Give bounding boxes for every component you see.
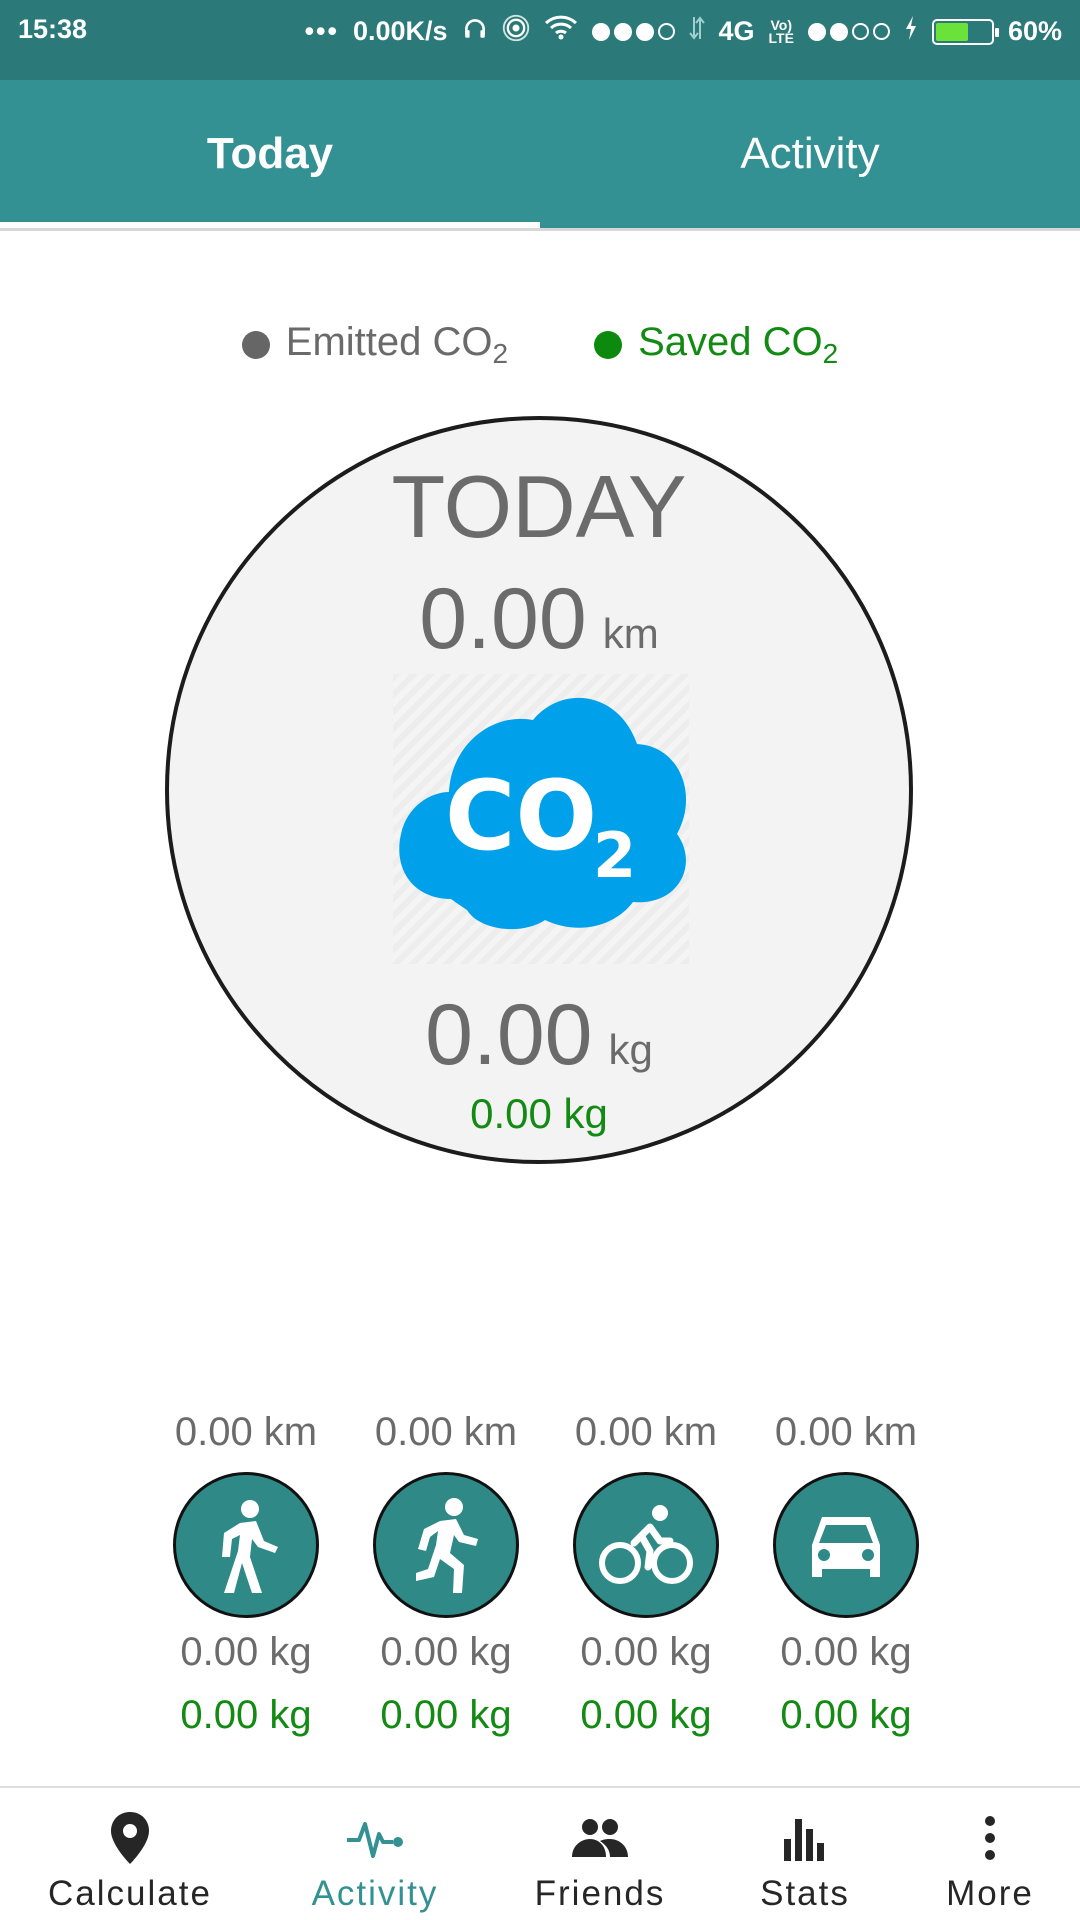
summary-emitted-unit: kg	[608, 1026, 653, 1073]
tab-divider	[0, 228, 1080, 231]
walking-button[interactable]	[173, 1472, 319, 1618]
mode-walk-saved: 0.00 kg	[180, 1693, 312, 1737]
mode-run-emitted: 0.00 kg	[380, 1630, 512, 1674]
summary-title: TODAY	[391, 457, 687, 556]
more-vertical-icon	[983, 1808, 997, 1868]
charging-icon	[904, 15, 918, 48]
legend-saved-label: Saved CO2	[638, 320, 839, 369]
nav-friends-label: Friends	[534, 1874, 666, 1913]
mode-bike-emitted: 0.00 kg	[580, 1630, 712, 1674]
screen: 15:38 ••• 0.00K/s 4G Vo) LTE 60% Today A…	[0, 0, 1080, 1920]
nav-calculate-label: Calculate	[48, 1874, 212, 1913]
net-speed: 0.00K/s	[352, 16, 448, 46]
mode-bike-saved: 0.00 kg	[580, 1693, 712, 1737]
co2-cloud-text: CO	[445, 760, 597, 872]
summary-emitted: 0.00 kg	[169, 986, 909, 1085]
mode-bike-distance: 0.00 km	[574, 1410, 718, 1454]
people-icon	[570, 1808, 630, 1868]
mode-walk-distance: 0.00 km	[174, 1410, 318, 1454]
nav-calculate[interactable]: Calculate	[0, 1788, 260, 1920]
mode-car-distance: 0.00 km	[774, 1410, 918, 1454]
car-icon	[812, 1517, 880, 1577]
summary-saved: 0.00 kg	[470, 1090, 608, 1137]
status-time: 15:38	[18, 14, 88, 44]
co2-cloud-icon: CO 2	[393, 674, 689, 964]
nav-more-label: More	[946, 1874, 1034, 1913]
mode-run-saved: 0.00 kg	[380, 1693, 512, 1737]
signal-strength-1-icon	[591, 22, 675, 41]
running-button[interactable]	[373, 1472, 519, 1618]
mode-walk-emitted: 0.00 kg	[180, 1630, 312, 1674]
mode-car: 0.00 km 0.00 kg 0.00 kg	[746, 1410, 946, 1738]
summary-distance: 0.00 km	[169, 570, 909, 669]
summary-distance-value: 0.00	[419, 571, 587, 667]
tab-activity[interactable]: Activity	[540, 80, 1080, 228]
co2-cloud-subscript: 2	[593, 819, 636, 892]
mode-run: 0.00 km 0.00 kg 0.00 kg	[346, 1410, 546, 1738]
battery-icon	[931, 18, 999, 45]
volte-icon: Vo) LTE	[768, 16, 794, 46]
wifi-icon	[544, 15, 578, 48]
battery-percent: 60%	[1007, 16, 1062, 46]
today-summary-circle: TODAY 0.00 km CO 2 0.00 kg 0.00 kg	[165, 416, 913, 1164]
headphones-icon	[462, 15, 488, 48]
nav-friends[interactable]: Friends	[490, 1788, 710, 1920]
summary-emitted-value: 0.00	[425, 987, 593, 1083]
mode-walk: 0.00 km 0.00 kg 0.00 kg	[146, 1410, 346, 1738]
nav-stats[interactable]: Stats	[710, 1788, 900, 1920]
legend-emitted-label: Emitted CO2	[285, 320, 509, 369]
legend-saved: Saved CO2	[594, 320, 838, 370]
mode-run-distance: 0.00 km	[374, 1410, 518, 1454]
walking-icon	[222, 1500, 278, 1593]
tab-bar: Today Activity	[0, 80, 1080, 228]
legend-emitted: Emitted CO2	[241, 320, 509, 370]
bottom-navigation: Calculate Activity Friends Stats More	[0, 1786, 1080, 1920]
mode-car-emitted: 0.00 kg	[780, 1630, 912, 1674]
status-bar: 15:38 ••• 0.00K/s 4G Vo) LTE 60%	[0, 0, 1080, 80]
location-pin-icon	[109, 1808, 151, 1868]
running-icon	[416, 1498, 478, 1593]
mode-bike: 0.00 km 0.00 kg 0.00 kg	[546, 1410, 746, 1738]
nav-activity-label: Activity	[311, 1874, 439, 1913]
summary-distance-unit: km	[602, 610, 659, 657]
nav-activity[interactable]: Activity	[260, 1788, 490, 1920]
legend-emitted-dot	[241, 331, 270, 359]
network-type: 4G	[718, 16, 755, 46]
hotspot-icon	[502, 14, 530, 49]
activity-pulse-icon	[345, 1808, 405, 1868]
data-arrows-icon	[688, 15, 705, 48]
bicycle-icon	[599, 1505, 693, 1584]
tab-today[interactable]: Today	[0, 80, 540, 228]
nav-more[interactable]: More	[900, 1788, 1080, 1920]
status-icons: ••• 0.00K/s 4G Vo) LTE 60%	[305, 14, 1062, 49]
nav-stats-label: Stats	[760, 1874, 850, 1913]
more-notifications-icon: •••	[304, 16, 339, 46]
legend-saved-dot	[594, 331, 623, 359]
bar-chart-icon	[782, 1808, 828, 1868]
legend: Emitted CO2 Saved CO2	[0, 320, 1080, 370]
battery-level	[935, 22, 969, 41]
bicycle-button[interactable]	[573, 1472, 719, 1618]
mode-car-saved: 0.00 kg	[780, 1693, 912, 1737]
signal-strength-2-icon	[807, 22, 890, 41]
car-button[interactable]	[773, 1472, 919, 1618]
